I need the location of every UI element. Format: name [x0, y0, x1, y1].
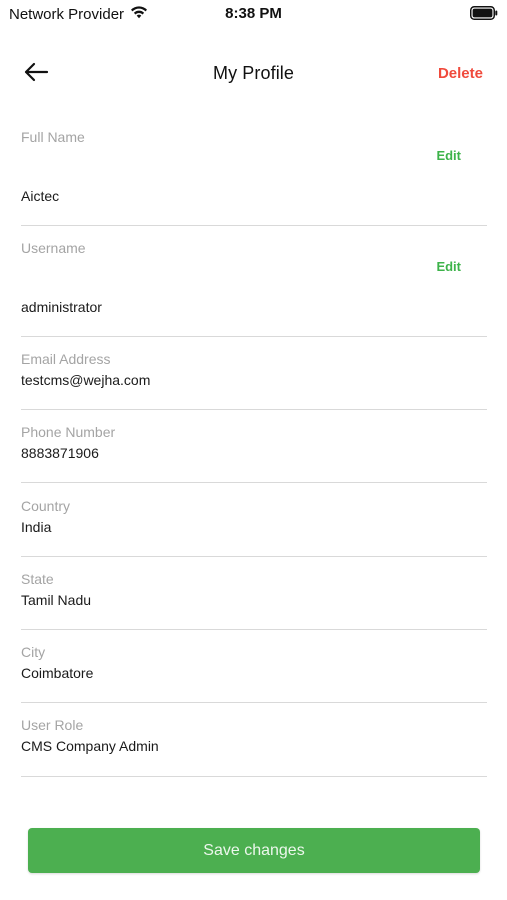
- full-name-field: Full Name Edit Aictec: [21, 126, 487, 226]
- header-bar: My Profile Delete: [0, 50, 507, 98]
- username-label: Username: [21, 240, 86, 256]
- username-field: Username Edit administrator: [21, 237, 487, 337]
- edit-full-name-button[interactable]: Edit: [436, 148, 461, 163]
- username-value[interactable]: administrator: [21, 299, 102, 315]
- battery-icon: [470, 6, 498, 25]
- full-name-label: Full Name: [21, 129, 85, 145]
- state-label: State: [21, 571, 54, 587]
- user-role-field: User Role CMS Company Admin: [21, 714, 487, 777]
- country-value: India: [21, 519, 52, 535]
- email-value: testcms@wejha.com: [21, 372, 151, 388]
- state-value: Tamil Nadu: [21, 592, 92, 608]
- city-value: Coimbatore: [21, 665, 94, 681]
- phone-value: 8883871906: [21, 445, 99, 461]
- email-field: Email Address testcms@wejha.com: [21, 348, 487, 410]
- status-bar: Network Provider 8:38 PM: [0, 0, 507, 30]
- delete-button[interactable]: Delete: [438, 65, 483, 82]
- city-label: City: [21, 644, 46, 660]
- full-name-value[interactable]: Aictec: [21, 188, 59, 204]
- country-field: Country India: [21, 494, 487, 557]
- email-label: Email Address: [21, 351, 111, 367]
- state-field: State Tamil Nadu: [21, 568, 487, 630]
- user-role-label: User Role: [21, 717, 84, 733]
- status-time: 8:38 PM: [225, 5, 282, 22]
- city-field: City Coimbatore: [21, 641, 487, 703]
- phone-field: Phone Number 8883871906: [21, 421, 487, 483]
- user-role-value: CMS Company Admin: [21, 738, 159, 754]
- country-label: Country: [21, 498, 71, 514]
- phone-label: Phone Number: [21, 424, 116, 440]
- edit-username-button[interactable]: Edit: [436, 259, 461, 274]
- page-title: My Profile: [212, 63, 294, 83]
- save-changes-button[interactable]: Save changes: [28, 828, 480, 873]
